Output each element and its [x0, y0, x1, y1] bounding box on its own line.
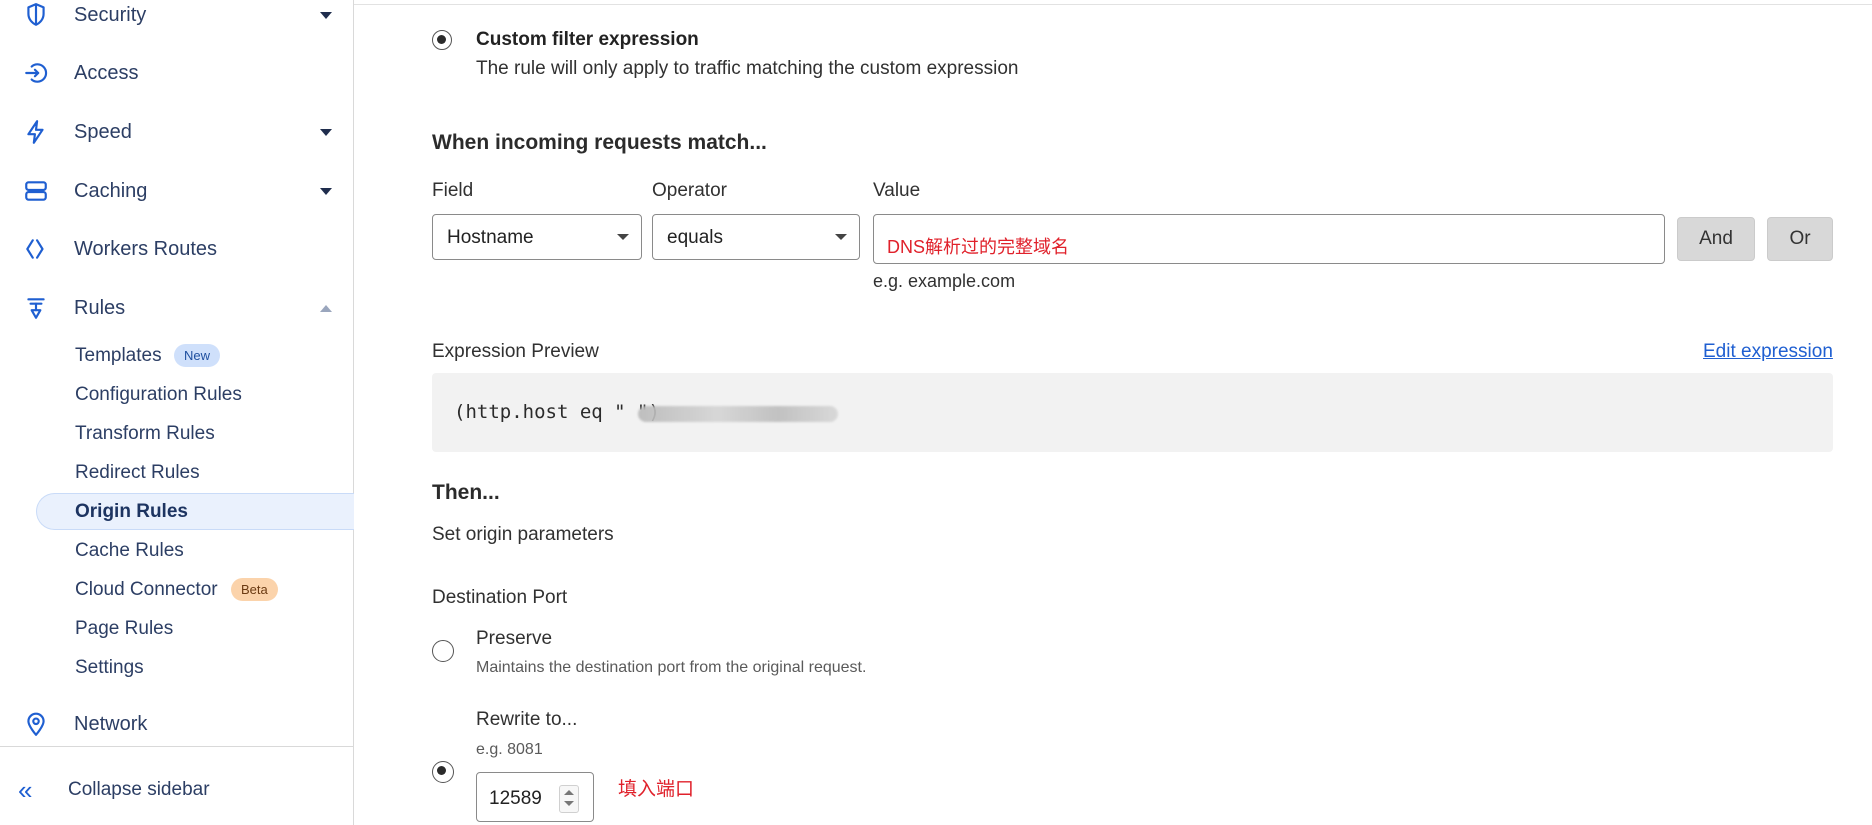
chevron-up-icon: [320, 304, 332, 312]
value-input[interactable]: DNS解析过的完整域名: [873, 214, 1665, 264]
sidebar-item-speed[interactable]: Speed: [0, 112, 353, 152]
sidebar-subitem-label: Cloud Connector: [75, 579, 218, 600]
sidebar-subitem-label: Origin Rules: [75, 500, 188, 522]
custom-filter-description: The rule will only apply to traffic matc…: [476, 58, 1019, 79]
new-badge: New: [174, 344, 221, 367]
sidebar-subitem-transform-rules[interactable]: Transform Rules: [0, 416, 353, 452]
sidebar-subitem-configuration-rules[interactable]: Configuration Rules: [0, 377, 353, 413]
custom-filter-radio[interactable]: [432, 30, 452, 50]
sidebar-subitem-page-rules[interactable]: Page Rules: [0, 611, 353, 647]
sidebar-subitem-templates[interactable]: Templates New: [0, 338, 353, 374]
sidebar-subitem-settings[interactable]: Settings: [0, 650, 353, 686]
chevron-down-icon: [320, 187, 332, 195]
sidebar-subitem-label: Settings: [75, 657, 144, 678]
or-button[interactable]: Or: [1767, 217, 1833, 261]
sidebar-divider: [0, 746, 353, 747]
location-pin-icon: [22, 710, 50, 738]
lightning-icon: [22, 118, 50, 146]
value-hint: e.g. example.com: [873, 271, 1016, 291]
sidebar-subitem-origin-rules[interactable]: Origin Rules: [36, 493, 354, 530]
custom-filter-title: Custom filter expression: [476, 29, 699, 50]
sidebar-item-access[interactable]: Access: [0, 53, 353, 93]
shield-icon: [22, 1, 50, 29]
sidebar-subitem-label: Cache Rules: [75, 540, 184, 561]
collapse-sidebar-label: Collapse sidebar: [68, 779, 210, 800]
then-heading: Then...: [432, 481, 500, 504]
sidebar-item-label: Network: [74, 712, 148, 735]
operator-select[interactable]: equals: [652, 214, 860, 260]
port-annotation: 填入端口: [618, 779, 695, 800]
sidebar-subitem-label: Redirect Rules: [75, 462, 200, 483]
chevron-down-icon: [320, 11, 332, 19]
beta-badge: Beta: [231, 578, 278, 601]
workers-icon: [22, 235, 50, 263]
sidebar-subitem-label: Templates: [75, 345, 162, 366]
collapse-sidebar-button[interactable]: « Collapse sidebar: [0, 772, 353, 808]
then-description: Set origin parameters: [432, 524, 614, 545]
preserve-description: Maintains the destination port from the …: [476, 659, 867, 676]
stepper-down-icon: [564, 801, 574, 806]
edit-expression-link[interactable]: Edit expression: [1703, 341, 1833, 363]
sidebar-item-label: Access: [74, 61, 139, 84]
sidebar-subitem-redirect-rules[interactable]: Redirect Rules: [0, 455, 353, 491]
redacted-hostname: [638, 406, 838, 422]
sidebar-item-label: Caching: [74, 179, 148, 202]
number-stepper[interactable]: [559, 785, 579, 813]
and-button[interactable]: And: [1677, 217, 1755, 261]
value-annotation: DNS解析过的完整域名: [887, 237, 1070, 257]
sidebar-item-workers-routes[interactable]: Workers Routes: [0, 229, 353, 269]
rewrite-hint: e.g. 8081: [476, 741, 543, 758]
chevron-down-icon: [835, 234, 847, 240]
field-select[interactable]: Hostname: [432, 214, 642, 260]
double-chevron-left-icon: «: [18, 774, 33, 805]
preserve-title: Preserve: [476, 628, 553, 649]
expression-preview-text: (http.host eq " "): [454, 401, 660, 423]
sidebar-item-network[interactable]: Network: [0, 704, 353, 744]
expression-preview-label: Expression Preview: [432, 341, 599, 362]
sidebar-item-label: Security: [74, 3, 147, 26]
storage-icon: [22, 177, 50, 205]
sidebar-subitem-label: Page Rules: [75, 618, 174, 639]
chevron-down-icon: [617, 234, 629, 240]
sidebar-subitem-label: Transform Rules: [75, 423, 215, 444]
sidebar-item-caching[interactable]: Caching: [0, 171, 353, 211]
operator-label: Operator: [652, 180, 727, 201]
sidebar-item-label: Rules: [74, 296, 126, 319]
sidebar-subitem-cloud-connector[interactable]: Cloud Connector Beta: [0, 572, 353, 608]
operator-select-value: equals: [667, 227, 723, 248]
rewrite-title: Rewrite to...: [476, 709, 578, 730]
sidebar-subitem-label: Configuration Rules: [75, 384, 242, 405]
rules-icon: [22, 294, 50, 322]
top-divider: [354, 4, 1872, 5]
stepper-up-icon: [564, 790, 574, 795]
port-input-value: 12589: [489, 788, 542, 809]
sidebar: Security Access Speed Caching Workers Ro…: [0, 0, 354, 825]
sidebar-item-label: Speed: [74, 120, 132, 143]
chevron-down-icon: [320, 128, 332, 136]
preserve-radio[interactable]: [432, 640, 454, 662]
sidebar-item-security[interactable]: Security: [0, 0, 353, 35]
port-input[interactable]: 12589: [476, 772, 594, 822]
access-icon: [22, 59, 50, 87]
field-select-value: Hostname: [447, 227, 534, 248]
sidebar-item-label: Workers Routes: [74, 237, 218, 260]
rewrite-radio[interactable]: [432, 761, 454, 783]
field-label: Field: [432, 180, 474, 201]
value-label: Value: [873, 180, 921, 201]
destination-port-label: Destination Port: [432, 587, 568, 608]
sidebar-item-rules[interactable]: Rules: [0, 288, 353, 328]
sidebar-subitem-cache-rules[interactable]: Cache Rules: [0, 533, 353, 569]
match-heading: When incoming requests match...: [432, 131, 767, 154]
